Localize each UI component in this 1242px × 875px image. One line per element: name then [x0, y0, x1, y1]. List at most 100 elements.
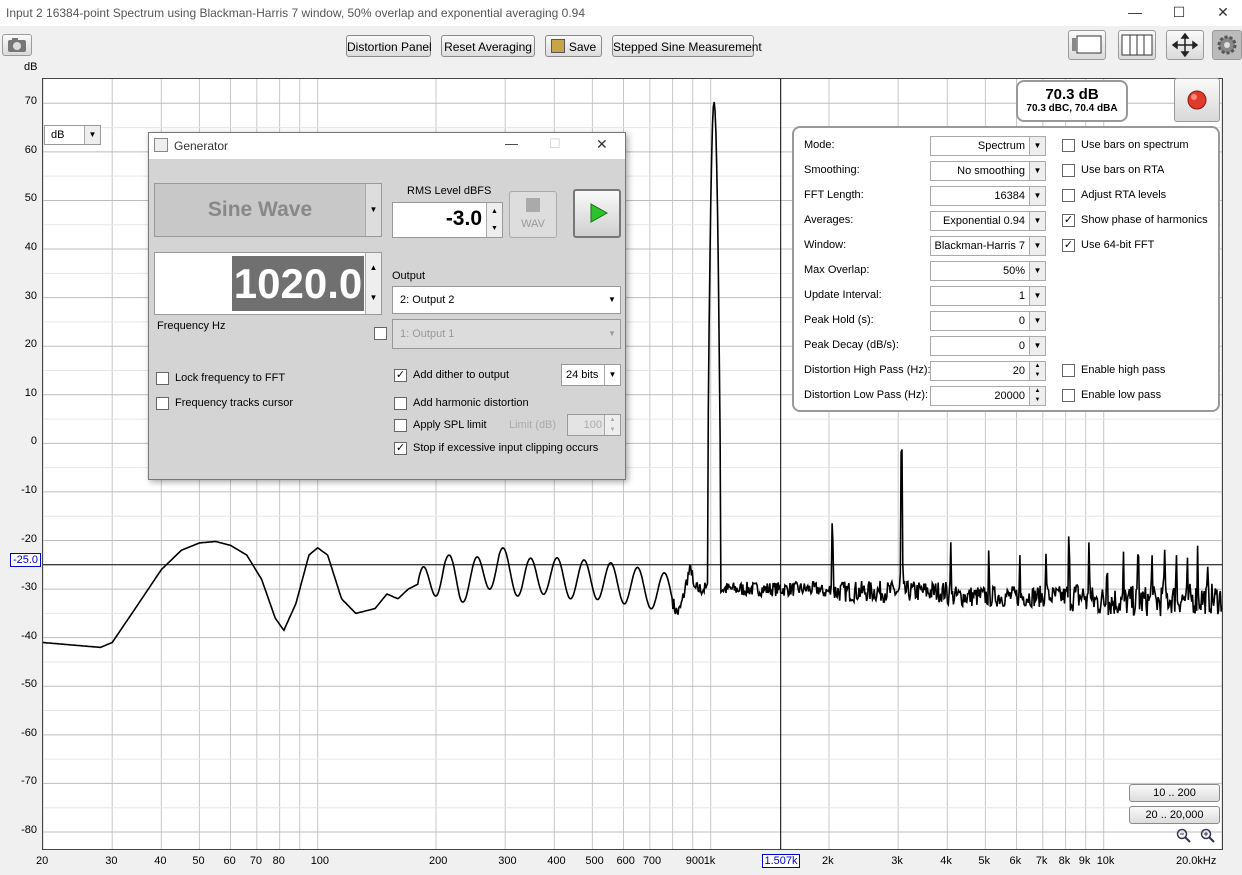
- record-button[interactable]: [1174, 78, 1220, 122]
- rms-level-field[interactable]: -3.0 ▲ ▼: [392, 202, 503, 238]
- zoom-in-x-icon[interactable]: [1200, 828, 1216, 847]
- setting-field[interactable]: 1 ▼: [930, 286, 1046, 306]
- limit-field[interactable]: 100 ▲ ▼: [567, 414, 621, 436]
- generator-minimize-button[interactable]: —: [505, 136, 518, 151]
- zoom-out-x-icon[interactable]: [1176, 828, 1192, 847]
- play-button[interactable]: [573, 189, 621, 238]
- output-select[interactable]: 2: Output 2 ▼: [392, 286, 621, 314]
- setting-field[interactable]: 0 ▼: [930, 311, 1046, 331]
- x-tick-label: 1k: [703, 855, 716, 867]
- setting-field[interactable]: 50% ▼: [930, 261, 1046, 281]
- setting-value: 20000: [994, 390, 1025, 402]
- rms-spinner-icon[interactable]: ▲ ▼: [486, 203, 502, 237]
- settings-panel: Mode: Spectrum ▼ Smoothing: No smoothing ▼ FFT…: [792, 126, 1220, 412]
- unit-select-value: dB: [51, 129, 65, 141]
- close-button[interactable]: ✕: [1200, 0, 1242, 26]
- setting-checkbox[interactable]: [1062, 189, 1075, 202]
- setting-checkbox[interactable]: ✓: [1062, 239, 1075, 252]
- chevron-down-icon: ▼: [84, 126, 100, 144]
- frequency-spinner-icon[interactable]: ▲ ▼: [365, 253, 381, 314]
- y-tick-label: 40: [24, 241, 37, 254]
- chevron-down-icon: ▼: [1029, 187, 1045, 205]
- stop-clipping-checkbox[interactable]: ✓: [394, 442, 407, 455]
- output2-select[interactable]: 1: Output 1 ▼: [392, 319, 621, 349]
- setting-checkbox-label: Adjust RTA levels: [1081, 189, 1167, 201]
- camera-icon[interactable]: [2, 34, 32, 56]
- bits-select[interactable]: 24 bits ▼: [561, 364, 621, 386]
- chevron-down-icon: ▼: [1029, 212, 1045, 230]
- output2-checkbox[interactable]: [374, 327, 387, 340]
- setting-field[interactable]: Blackman-Harris 7 ▼: [930, 236, 1046, 256]
- setting-label: Mode:: [804, 139, 835, 151]
- limit-spinner-icon[interactable]: ▲ ▼: [604, 415, 620, 435]
- x-tick-label: 700: [642, 855, 662, 867]
- setting-field[interactable]: 0 ▼: [930, 336, 1046, 356]
- y-tick-label: 50: [24, 192, 37, 205]
- unit-select[interactable]: dB ▼: [44, 125, 101, 145]
- add-harmonic-checkbox[interactable]: [394, 397, 407, 410]
- add-harmonic-label: Add harmonic distortion: [413, 397, 529, 409]
- setting-checkbox[interactable]: [1062, 139, 1075, 152]
- add-dither-checkbox[interactable]: ✓: [394, 369, 407, 382]
- window-title: Input 2 16384-point Spectrum using Black…: [6, 6, 586, 20]
- save-button[interactable]: Save: [545, 35, 602, 57]
- setting-field[interactable]: 20 ▲ ▼: [930, 361, 1046, 381]
- stepped-sine-button[interactable]: Stepped Sine Measurement: [612, 35, 762, 57]
- save-label: Save: [568, 40, 597, 54]
- minimize-button[interactable]: —: [1112, 0, 1158, 26]
- maximize-button[interactable]: ☐: [1156, 0, 1202, 26]
- enable-low-pass-checkbox[interactable]: [1062, 389, 1075, 402]
- cursor-x-label: 1.507k: [762, 854, 800, 868]
- gear-icon[interactable]: [1212, 30, 1242, 60]
- setting-field[interactable]: Spectrum ▼: [930, 136, 1046, 156]
- toolbar: Distortion Panel Reset Averaging Save St…: [0, 26, 1242, 66]
- setting-label: Peak Hold (s):: [804, 314, 874, 326]
- setting-field[interactable]: No smoothing ▼: [930, 161, 1046, 181]
- setting-checkbox[interactable]: [1062, 164, 1075, 177]
- setting-label: Smoothing:: [804, 164, 860, 176]
- setting-value: 1: [1018, 290, 1025, 302]
- layout-single-icon[interactable]: [1068, 30, 1106, 60]
- range-20-20000-button[interactable]: 20 .. 20,000: [1129, 806, 1220, 824]
- setting-checkbox[interactable]: ✓: [1062, 214, 1075, 227]
- chevron-down-icon: ▼: [1029, 312, 1045, 330]
- setting-value: 16384: [994, 190, 1025, 202]
- waveform-select[interactable]: Sine Wave ▼: [154, 183, 382, 237]
- layout-columns-icon[interactable]: [1118, 30, 1156, 60]
- x-tick-label: 20: [36, 855, 49, 867]
- setting-field[interactable]: 16384 ▼: [930, 186, 1046, 206]
- bits-value: 24 bits: [566, 369, 599, 381]
- generator-close-button[interactable]: ✕: [596, 136, 608, 153]
- apply-spl-checkbox[interactable]: [394, 419, 407, 432]
- chevron-down-icon: ▼: [1029, 237, 1045, 255]
- y-tick-label: 70: [24, 95, 37, 108]
- enable-high-pass-checkbox[interactable]: [1062, 364, 1075, 377]
- lock-frequency-checkbox[interactable]: [156, 372, 169, 385]
- x-tick-label: 900: [685, 855, 705, 867]
- setting-label: Distortion Low Pass (Hz):: [804, 389, 929, 401]
- wav-label: WAV: [521, 218, 545, 230]
- x-tick-label: 3k: [891, 855, 903, 867]
- wav-button[interactable]: WAV: [509, 191, 557, 238]
- chevron-down-icon: ▼: [1029, 162, 1045, 180]
- limit-value: 100: [583, 419, 602, 431]
- x-tick-label: 100: [310, 855, 330, 867]
- frequency-tracks-checkbox[interactable]: [156, 397, 169, 410]
- expand-arrows-icon[interactable]: [1166, 30, 1204, 60]
- generator-maximize-button[interactable]: ☐: [549, 136, 561, 152]
- x-tick-label: 60: [223, 855, 236, 867]
- setting-value: 20: [1012, 365, 1025, 377]
- range-10-200-button[interactable]: 10 .. 200: [1129, 784, 1220, 802]
- distortion-panel-button[interactable]: Distortion Panel: [346, 35, 432, 57]
- setting-checkbox-label: Use 64-bit FFT: [1081, 239, 1155, 251]
- setting-field[interactable]: Exponential 0.94 ▼: [930, 211, 1046, 231]
- setting-value: 0: [1018, 315, 1025, 327]
- cursor-y-label: -25.0: [10, 553, 41, 567]
- play-icon: [590, 203, 609, 223]
- setting-field[interactable]: 20000 ▲ ▼: [930, 386, 1046, 406]
- enable-low-pass-label: Enable low pass: [1081, 389, 1162, 401]
- reset-averaging-button[interactable]: Reset Averaging: [441, 35, 535, 57]
- setting-label: Peak Decay (dB/s):: [804, 339, 899, 351]
- setting-value: Spectrum: [977, 140, 1025, 152]
- frequency-field[interactable]: 1020.0 ▲ ▼: [154, 252, 382, 315]
